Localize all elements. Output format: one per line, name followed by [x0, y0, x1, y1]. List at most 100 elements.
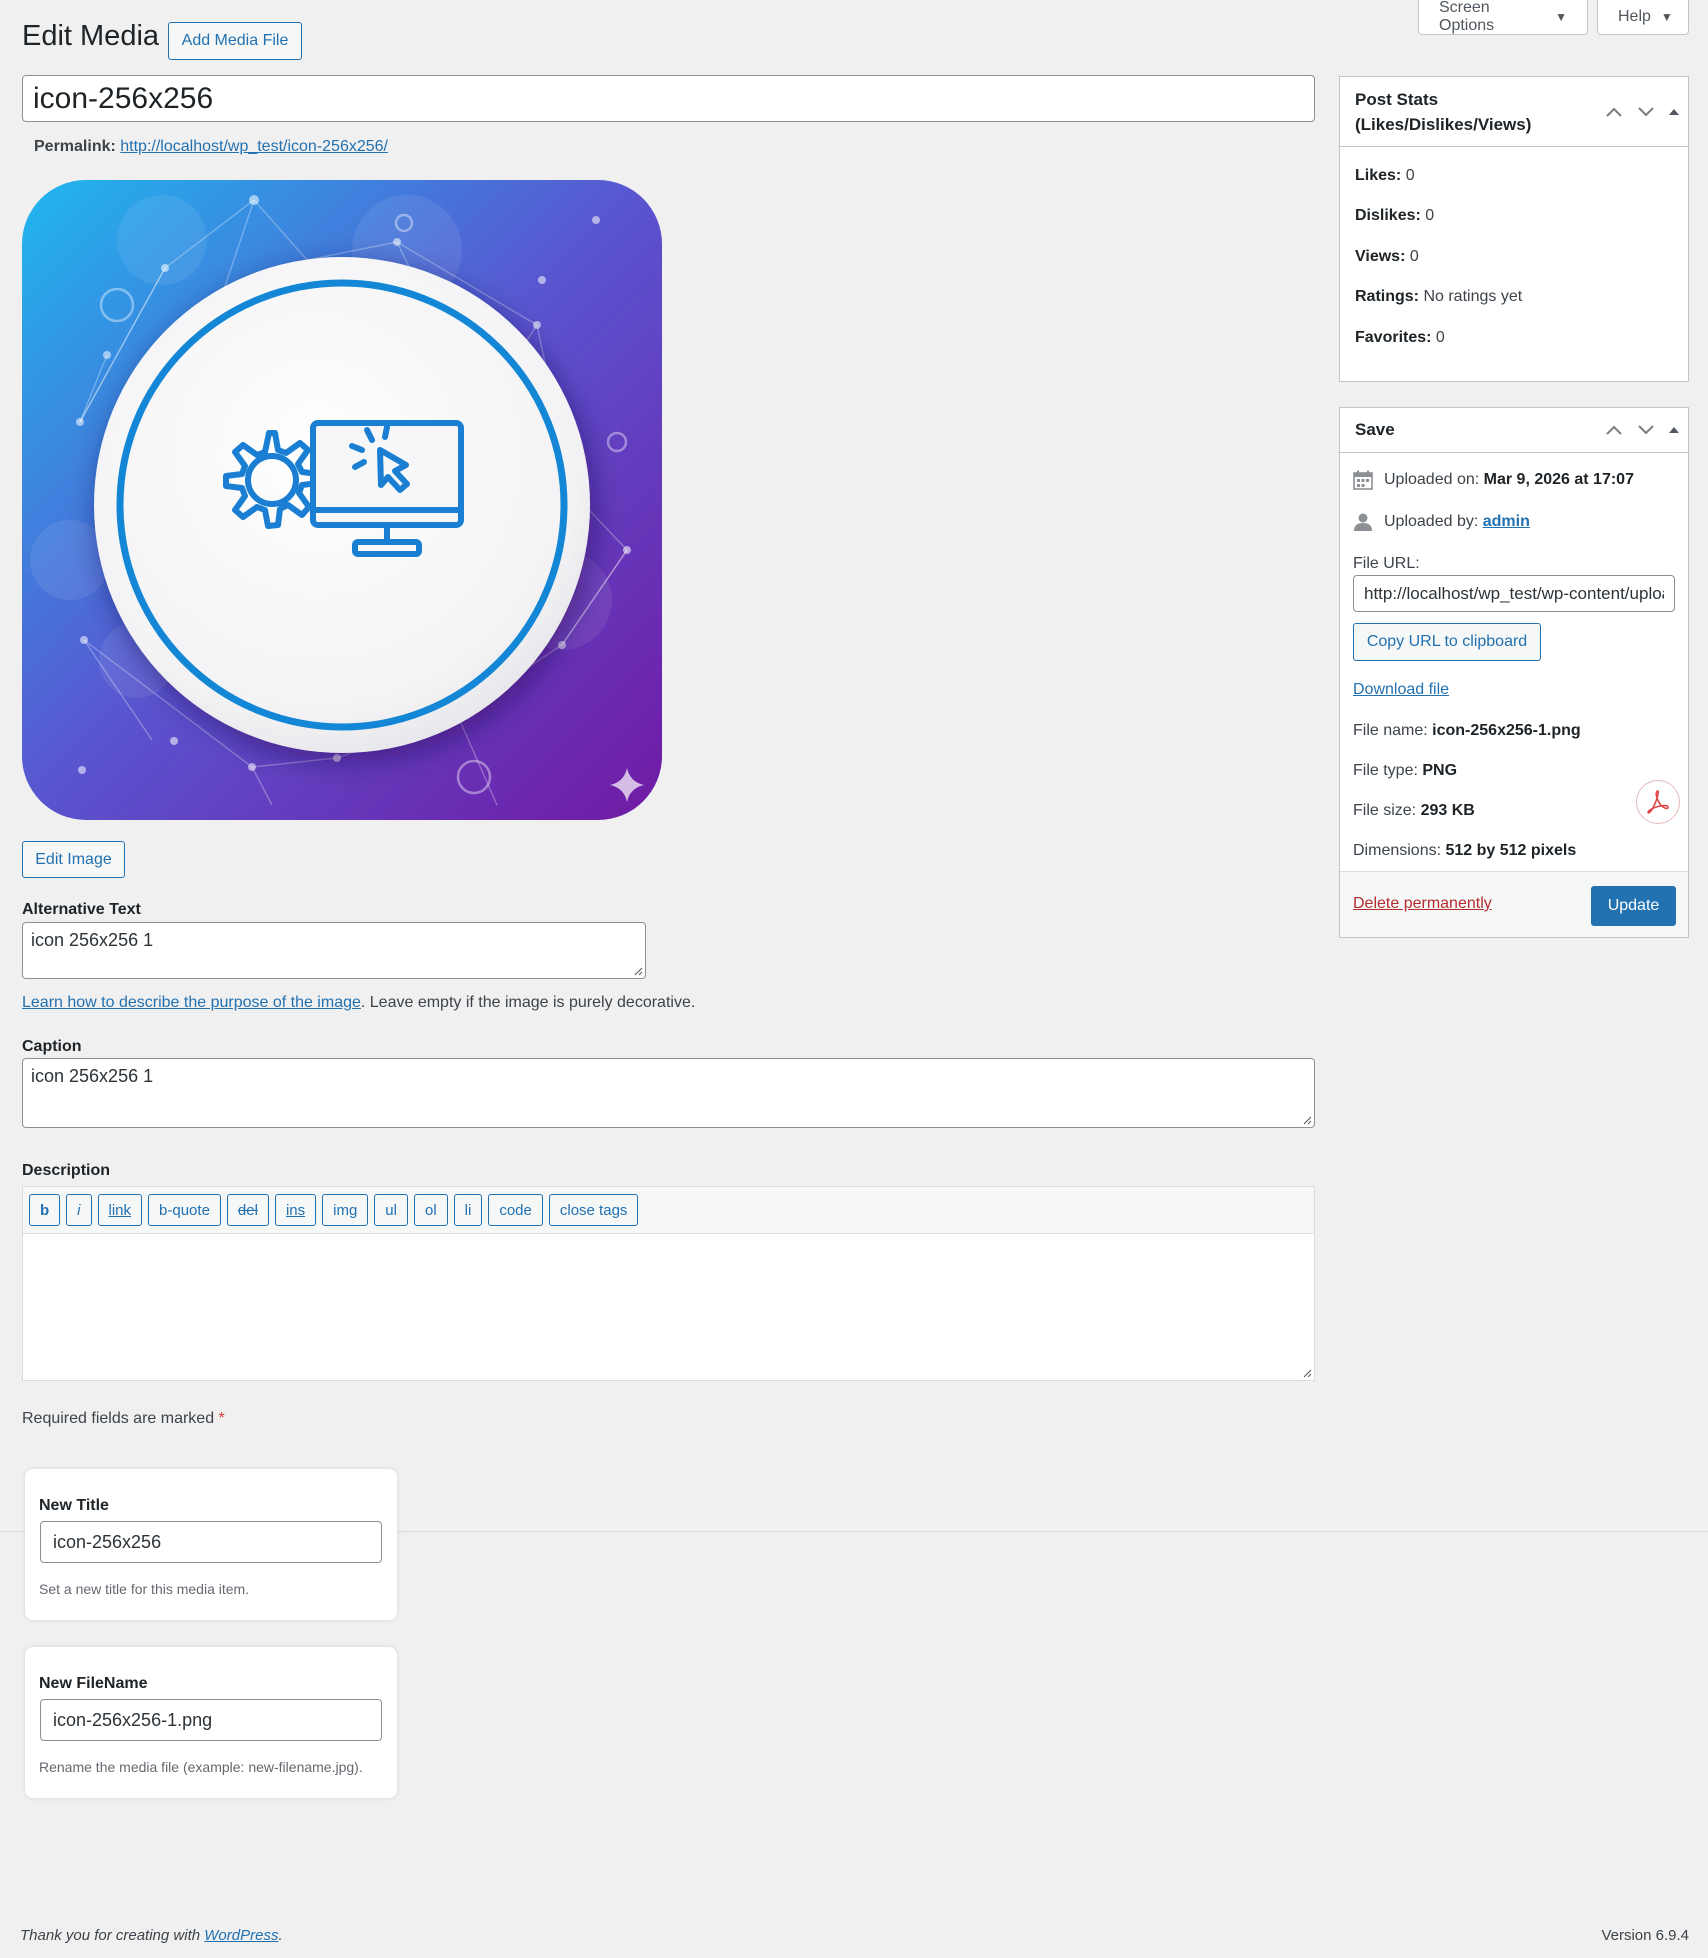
caret-down-icon: ▼: [1555, 10, 1567, 24]
footer-version: Version 6.9.4: [1601, 1927, 1689, 1944]
resize-grip-icon[interactable]: [633, 966, 643, 976]
views-value: 0: [1409, 248, 1419, 265]
save-controls: [1604, 423, 1680, 437]
alt-text-help: Learn how to describe the purpose of the…: [22, 994, 695, 1012]
post-stats-controls: [1604, 105, 1680, 119]
post-stats-title-line2: (Likes/Dislikes/Views): [1355, 114, 1532, 134]
file-type-value: PNG: [1422, 762, 1458, 779]
new-filename-card: New FileName Rename the media file (exam…: [25, 1647, 397, 1798]
chevron-down-icon[interactable]: [1636, 423, 1656, 437]
new-filename-label: New FileName: [39, 1675, 148, 1692]
caption-label: Caption: [22, 1038, 82, 1055]
alt-text-help-rest: . Leave empty if the image is purely dec…: [360, 994, 696, 1011]
dimensions-value: 512 by 512 pixels: [1445, 842, 1577, 859]
triangle-up-icon[interactable]: [1668, 425, 1680, 435]
post-stats-title-line1: Post Stats: [1355, 90, 1439, 109]
caret-down-icon: ▼: [1660, 10, 1673, 24]
file-name-value: icon-256x256-1.png: [1432, 722, 1581, 739]
calendar-icon: [1353, 470, 1373, 490]
new-title-help: Set a new title for this media item.: [39, 1581, 250, 1597]
file-type-label: File type:: [1353, 762, 1418, 779]
page-title: Edit Media: [22, 20, 160, 52]
new-title-input[interactable]: [40, 1521, 382, 1563]
qt-bold-button[interactable]: b: [29, 1194, 61, 1226]
pdf-icon-glyph: [1647, 790, 1669, 814]
caption-value: icon 256x256 1: [31, 1066, 154, 1086]
description-label: Description: [22, 1162, 111, 1179]
dislikes-label: Dislikes:: [1355, 207, 1421, 224]
file-name-row: File name: icon-256x256-1.png: [1353, 722, 1581, 740]
footer-thanks-suffix: .: [278, 1927, 283, 1944]
file-type-row: File type: PNG: [1353, 762, 1457, 780]
required-star: *: [218, 1410, 225, 1427]
screen-options-tab[interactable]: Screen Options ▼: [1418, 0, 1588, 35]
media-image: [22, 180, 662, 820]
alt-text-label: Alternative Text: [22, 901, 141, 918]
chevron-up-icon[interactable]: [1604, 105, 1624, 119]
new-title-card: New Title Set a new title for this media…: [25, 1469, 397, 1620]
edit-image-button[interactable]: Edit Image: [22, 841, 125, 878]
favorites-value: 0: [1435, 329, 1445, 346]
chevron-down-icon[interactable]: [1636, 105, 1656, 119]
resize-grip-icon[interactable]: [1302, 1368, 1312, 1378]
alt-text-help-link[interactable]: Learn how to describe the purpose of the…: [22, 994, 361, 1011]
favorites-label: Favorites:: [1355, 329, 1432, 346]
qt-close-tags-button[interactable]: close tags: [548, 1194, 639, 1226]
file-url-input[interactable]: [1353, 575, 1675, 612]
uploaded-on-label: Uploaded on:: [1384, 471, 1480, 488]
help-tab[interactable]: Help ▼: [1597, 0, 1689, 35]
screen-options-label: Screen Options: [1439, 0, 1495, 34]
add-media-file-button[interactable]: Add Media File: [168, 22, 302, 60]
qt-li-button[interactable]: li: [453, 1194, 483, 1226]
alt-text-value: icon 256x256 1: [31, 930, 154, 950]
dislikes-value: 0: [1425, 207, 1435, 224]
new-filename-help: Rename the media file (example: new-file…: [39, 1759, 363, 1775]
user-icon: [1354, 513, 1372, 531]
views-stat: Views: 0: [1355, 248, 1419, 266]
resize-grip-icon[interactable]: [1302, 1115, 1312, 1125]
likes-label: Likes:: [1355, 167, 1402, 184]
favorites-stat: Favorites: 0: [1355, 329, 1445, 347]
likes-value: 0: [1405, 167, 1415, 184]
copy-url-button[interactable]: Copy URL to clipboard: [1353, 623, 1541, 661]
download-file-link[interactable]: Download file: [1353, 681, 1449, 699]
qt-code-button[interactable]: code: [488, 1194, 543, 1226]
description-editor[interactable]: [22, 1233, 1315, 1381]
qt-img-button[interactable]: img: [322, 1194, 369, 1226]
qt-ul-button[interactable]: ul: [374, 1194, 408, 1226]
qt-bquote-button[interactable]: b-quote: [148, 1194, 221, 1226]
pdf-icon[interactable]: [1636, 780, 1680, 824]
update-button[interactable]: Update: [1591, 886, 1676, 926]
uploaded-on-value: Mar 9, 2026 at 17:07: [1483, 471, 1634, 488]
qt-ins-button[interactable]: ins: [274, 1194, 317, 1226]
save-box: Save Uploaded on: Mar 9, 2026 at 17:07 U…: [1339, 407, 1689, 938]
wordpress-link[interactable]: WordPress: [204, 1927, 278, 1944]
qt-link-button[interactable]: link: [97, 1194, 143, 1226]
delete-permanently-link[interactable]: Delete permanently: [1353, 895, 1492, 913]
caption-textarea[interactable]: icon 256x256 1: [22, 1058, 1315, 1128]
major-publishing-actions: Delete permanently Update: [1340, 871, 1688, 937]
file-url-label: File URL:: [1353, 555, 1420, 572]
new-filename-input[interactable]: [40, 1699, 382, 1741]
save-header: Save: [1340, 408, 1688, 453]
ratings-label: Ratings:: [1355, 288, 1419, 305]
chevron-up-icon[interactable]: [1604, 423, 1624, 437]
triangle-up-icon[interactable]: [1668, 107, 1680, 117]
qt-italic-button[interactable]: i: [66, 1194, 92, 1226]
title-input[interactable]: [22, 75, 1315, 122]
uploaded-by-link[interactable]: admin: [1483, 513, 1530, 531]
post-stats-box: Post Stats (Likes/Dislikes/Views) Likes:…: [1339, 76, 1689, 382]
ratings-stat: Ratings: No ratings yet: [1355, 288, 1522, 306]
qt-ol-button[interactable]: ol: [413, 1194, 448, 1226]
dislikes-stat: Dislikes: 0: [1355, 207, 1434, 225]
required-fields-text: Required fields are marked: [22, 1410, 219, 1427]
permalink-link[interactable]: http://localhost/wp_test/icon-256x256/: [120, 138, 388, 155]
file-size-label: File size:: [1353, 802, 1417, 819]
post-stats-header: Post Stats (Likes/Dislikes/Views): [1340, 77, 1688, 147]
footer-thanks: Thank you for creating with WordPress.: [20, 1927, 283, 1944]
uploaded-by-row: Uploaded by: admin: [1353, 512, 1530, 532]
views-label: Views:: [1355, 248, 1406, 265]
alt-text-textarea[interactable]: icon 256x256 1: [22, 922, 646, 979]
qt-del-button[interactable]: del: [226, 1194, 269, 1226]
file-size-row: File size: 293 KB: [1353, 802, 1475, 820]
